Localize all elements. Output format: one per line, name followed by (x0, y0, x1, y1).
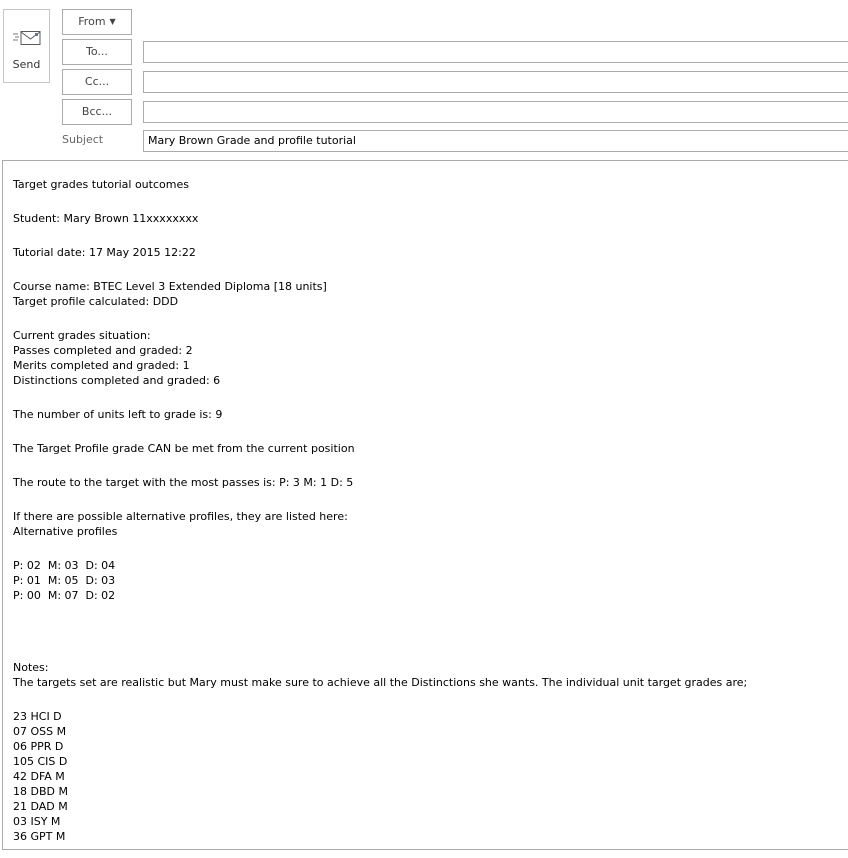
bcc-button[interactable]: Bcc... (62, 99, 132, 125)
unit-target: 06 PPR D (13, 740, 64, 753)
unit-target: 07 OSS M (13, 725, 67, 738)
send-envelope-icon (13, 30, 43, 51)
body-tutorial-date: Tutorial date: 17 May 2015 12:22 (13, 246, 196, 259)
body-current-heading: Current grades situation: (13, 329, 151, 342)
to-field[interactable] (143, 41, 848, 63)
cc-field[interactable] (143, 71, 848, 93)
bcc-field[interactable] (143, 101, 848, 123)
send-label: Send (12, 58, 41, 71)
body-course-name: Course name: BTEC Level 3 Extended Diplo… (13, 280, 327, 293)
body-alternatives-heading: Alternative profiles (13, 525, 118, 538)
body-passes: Passes completed and graded: 2 (13, 344, 193, 357)
body-notes-label: Notes: (13, 661, 49, 674)
from-label: From (78, 15, 106, 28)
body-merits: Merits completed and graded: 1 (13, 359, 190, 372)
alternative-profile: P: 02 M: 03 D: 04 (13, 559, 116, 572)
message-body-text: Target grades tutorial outcomes Student:… (13, 177, 843, 844)
body-notes-text: The targets set are realistic but Mary m… (13, 676, 748, 689)
subject-field[interactable]: Mary Brown Grade and profile tutorial (143, 130, 848, 152)
to-button[interactable]: To... (62, 39, 132, 65)
to-label: To... (86, 45, 108, 58)
body-target-profile: Target profile calculated: DDD (13, 295, 179, 308)
subject-label: Subject (62, 133, 104, 146)
send-button[interactable]: Send (3, 9, 50, 83)
bcc-label: Bcc... (81, 105, 113, 118)
body-route: The route to the target with the most pa… (13, 476, 354, 489)
alternative-profile: P: 01 M: 05 D: 03 (13, 574, 116, 587)
unit-target: 105 CIS D (13, 755, 68, 768)
unit-target: 18 DBD M (13, 785, 68, 798)
chevron-down-icon: ▼ (109, 17, 116, 26)
unit-target: 21 DAD M (13, 800, 68, 813)
cc-label: Cc... (84, 75, 110, 88)
cc-button[interactable]: Cc... (62, 69, 132, 95)
unit-target: 23 HCI D (13, 710, 62, 723)
body-distinctions: Distinctions completed and graded: 6 (13, 374, 221, 387)
unit-target: 42 DFA M (13, 770, 65, 783)
body-units-left: The number of units left to grade is: 9 (13, 408, 223, 421)
body-student: Student: Mary Brown 11xxxxxxxx (13, 212, 199, 225)
from-button[interactable]: From ▼ (62, 9, 132, 35)
unit-target: 03 ISY M (13, 815, 61, 828)
alternative-profile: P: 00 M: 07 D: 02 (13, 589, 116, 602)
body-can-be-met: The Target Profile grade CAN be met from… (13, 442, 355, 455)
unit-target: 36 GPT M (13, 830, 66, 843)
body-title: Target grades tutorial outcomes (13, 178, 189, 191)
body-alternatives-intro: If there are possible alternative profil… (13, 510, 348, 523)
